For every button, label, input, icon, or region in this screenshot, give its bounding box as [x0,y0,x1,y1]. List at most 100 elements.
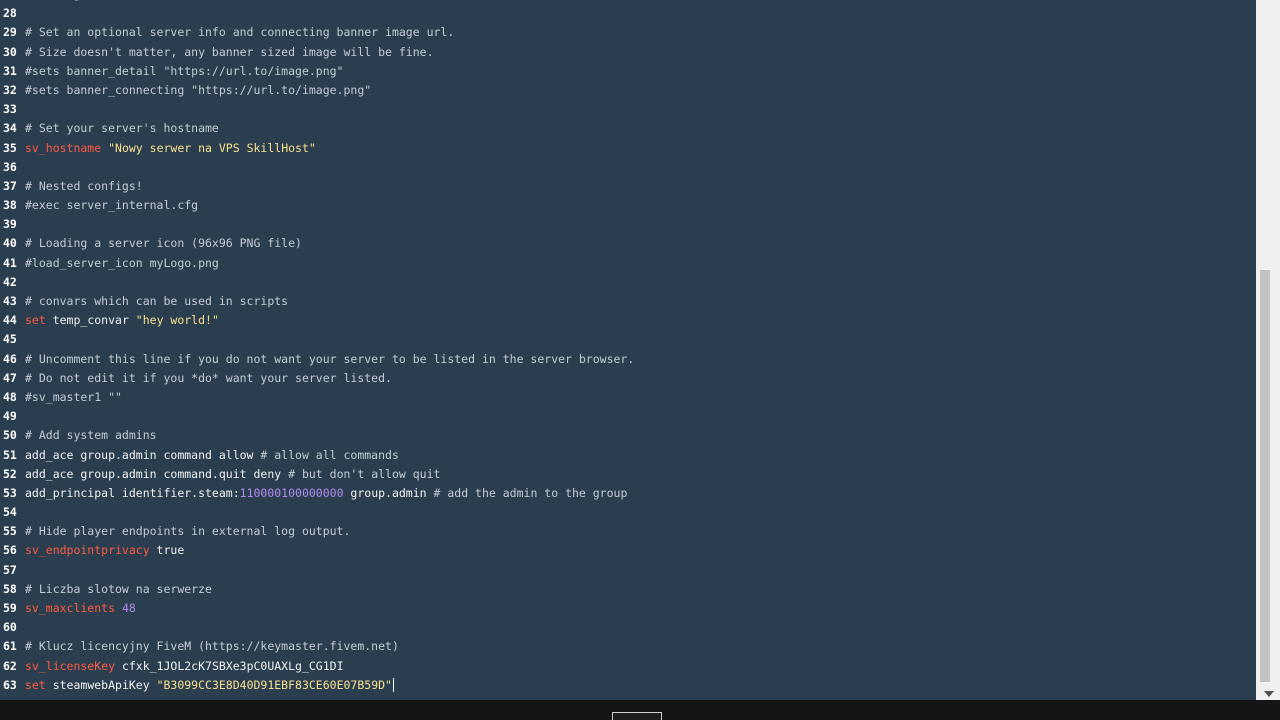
code-text: #load_server_icon myLogo.png [25,256,219,270]
line-number: 49 [3,409,17,424]
code-text: #exec server_internal.cfg [25,198,198,212]
line-number: 44 [3,313,17,328]
code-line[interactable]: 36 [0,158,1256,177]
taskbar-window-button[interactable] [612,712,662,720]
line-number: 50 [3,428,17,443]
code-line[interactable]: 37 # Nested configs! [0,177,1256,196]
code-line[interactable]: 42 [0,273,1256,292]
code-token: # Uncomment this line if you do not want… [25,351,635,366]
code-text: # convars which can be used in scripts [25,294,288,308]
code-token: # Add system admins [25,428,157,443]
code-line[interactable]: 51 add_ace group.admin command allow # al… [0,446,1256,465]
code-line[interactable]: 28 [0,4,1256,23]
code-token: # Hide player endpoints in external log … [25,524,351,539]
code-text: sv_endpointprivacy true [25,543,184,557]
code-line[interactable]: 52 add_ace group.admin command.quit deny … [0,465,1256,484]
line-number: 60 [3,620,17,635]
code-line[interactable]: 48 #sv_master1 "" [0,388,1256,407]
code-line[interactable]: 29 # Set an optional server info and conn… [0,23,1256,42]
line-number: 47 [3,370,17,385]
line-number: 59 [3,601,17,615]
code-line[interactable]: 30 # Size doesn't matter, any banner size… [0,43,1256,62]
code-token: steamwebApiKey [45,677,157,692]
code-line[interactable]: 35 sv_hostname "Nowy serwer na VPS SkillH… [0,139,1256,158]
code-line[interactable]: 46 # Uncomment this line if you do not wa… [0,350,1256,369]
code-line[interactable]: 41 #load_server_icon myLogo.png [0,254,1256,273]
code-token: # Set your server's hostname [25,121,219,136]
code-text: # Loading a server icon (96x96 PNG file) [25,236,302,250]
code-line[interactable]: 49 [0,407,1256,426]
code-line[interactable]: 34 # Set your server's hostname [0,119,1256,138]
code-text: add_ace group.admin command allow # allo… [25,448,399,462]
line-number: 32 [3,82,17,97]
code-text: # Do not edit it if you *do* want your s… [25,371,392,385]
line-number: 29 [3,25,17,40]
code-text: # Set an optional server info and connec… [25,25,454,39]
code-token: # Hiding [25,0,80,1]
line-number: 45 [3,332,17,347]
line-number: 38 [3,198,17,213]
code-token: sv_hostname [25,140,102,155]
code-token: #exec server_internal.cfg [25,198,199,213]
code-token: add_ace group.admin command.quit deny [25,466,289,481]
code-line[interactable]: 44 set temp_convar "hey world!" [0,311,1256,330]
code-token: "B3099CC3E8D40D91EBF83CE60E07B59D" [156,677,392,692]
line-number: 36 [3,159,17,174]
code-token: # Liczba slotow na serwerze [25,581,212,596]
line-number: 63 [3,677,17,692]
code-line[interactable]: 53 add_principal identifier.steam:1100001… [0,484,1256,503]
line-number: 61 [3,639,17,654]
scrollbar-thumb[interactable] [1260,270,1270,682]
code-line[interactable]: 50 # Add system admins [0,426,1256,445]
line-number: 40 [3,236,17,251]
code-token: # Do not edit it if you *do* want your s… [25,370,392,385]
code-line[interactable]: 56 sv_endpointprivacy true [0,541,1256,560]
code-token: set [25,677,46,692]
code-text: # Nested configs! [25,179,143,193]
code-line[interactable]: 45 [0,330,1256,349]
code-line[interactable]: 47 # Do not edit it if you *do* want your… [0,369,1256,388]
line-number: 35 [3,140,17,155]
vertical-scrollbar[interactable] [1256,0,1280,700]
code-line[interactable]: 43 # convars which can be used in scripts [0,292,1256,311]
code-line[interactable]: 31 #sets banner_detail "https://url.to/im… [0,62,1256,81]
code-text: # Liczba slotow na serwerze [25,582,212,596]
code-line[interactable]: 39 [0,215,1256,234]
code-token: 110000100000000 [239,485,344,500]
code-line[interactable]: 60 [0,618,1256,637]
code-text: # Size doesn't matter, any banner sized … [25,45,434,59]
code-token: # Nested configs! [25,178,143,193]
code-line[interactable]: 57 [0,561,1256,580]
code-line[interactable]: 58 # Liczba slotow na serwerze [0,580,1256,599]
code-text: #sets banner_connecting "https://url.to/… [25,83,371,97]
code-line[interactable]: 38 #exec server_internal.cfg [0,196,1256,215]
line-number: 31 [3,63,17,78]
code-line[interactable]: 59 sv_maxclients 48 [0,599,1256,618]
line-number: 39 [3,217,17,232]
text-cursor [392,678,394,693]
code-text: # Klucz licencyjny FiveM (https://keymas… [25,639,399,653]
code-line[interactable]: 63 set steamwebApiKey "B3099CC3E8D40D91EB… [0,676,1256,695]
chevron-down-icon[interactable] [1264,691,1274,697]
code-token: set [25,313,46,328]
code-text: # Hiding [25,0,80,1]
line-number: 54 [3,505,17,520]
code-line[interactable]: 40 # Loading a server icon (96x96 PNG fil… [0,234,1256,253]
line-number: 56 [3,543,17,558]
code-text: # Set your server's hostname [25,121,219,135]
code-token: # add the admin to the group [433,485,628,500]
code-line[interactable]: 33 [0,100,1256,119]
code-line[interactable]: 62 sv_licenseKey cfxk_1JOL2cK7SBXe3pC0UAX… [0,657,1256,676]
code-editor[interactable]: 27# Hiding2829# Set an optional server i… [0,0,1256,695]
code-token: true [149,543,185,558]
code-line[interactable]: 32 #sets banner_connecting "https://url.t… [0,81,1256,100]
code-line[interactable]: 54 [0,503,1256,522]
code-text: set steamwebApiKey "B3099CC3E8D40D91EBF8… [25,678,392,692]
taskbar [0,700,1280,720]
code-line[interactable]: 61 # Klucz licencyjny FiveM (https://keym… [0,637,1256,656]
line-number: 33 [3,102,17,117]
code-token: # Set an optional server info and connec… [25,25,455,40]
code-token: # Size doesn't matter, any banner sized … [25,44,434,59]
code-line[interactable]: 55 # Hide player endpoints in external lo… [0,522,1256,541]
